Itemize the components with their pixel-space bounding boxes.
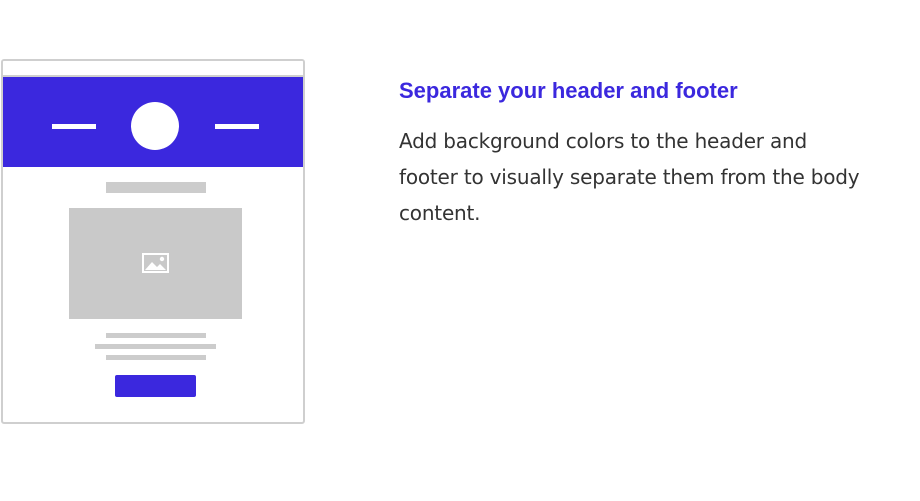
text-placeholder-line-3 (106, 355, 206, 360)
text-placeholder-line-1 (106, 333, 206, 338)
header-nav-line-left (52, 124, 96, 129)
header-nav-line-right (215, 124, 259, 129)
mockup-top-bar (3, 61, 303, 77)
mockup-header (3, 77, 303, 167)
headline-placeholder-bar (106, 182, 206, 193)
section-title: Separate your header and footer (399, 78, 738, 103)
email-layout-illustration (1, 59, 305, 424)
text-placeholder-line-2 (95, 344, 216, 349)
image-icon (142, 253, 169, 273)
footer-button-placeholder (115, 375, 196, 397)
image-placeholder (69, 208, 242, 319)
header-logo-circle (131, 102, 179, 150)
section-description: Add background colors to the header and … (399, 129, 860, 225)
